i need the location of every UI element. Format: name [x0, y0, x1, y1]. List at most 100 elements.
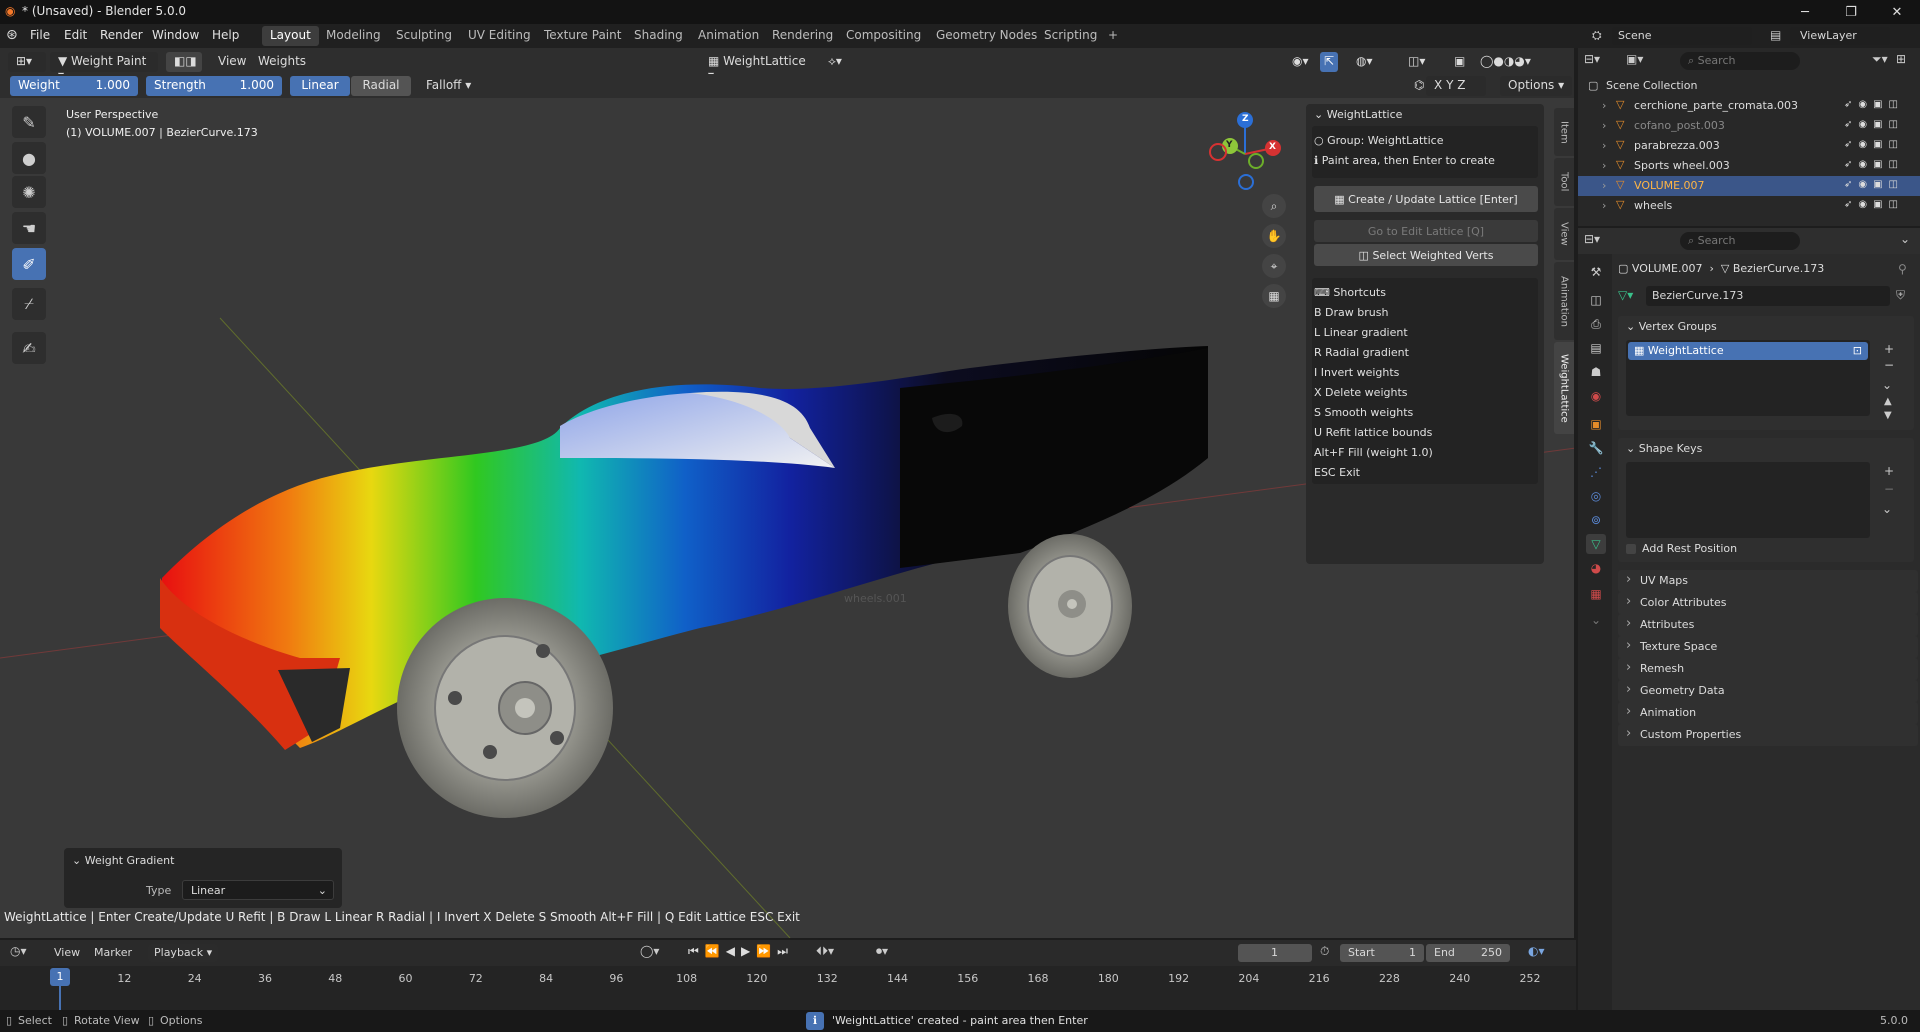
options-dropdown[interactable]: Options ▾	[1500, 76, 1573, 96]
axis-toggles[interactable]: X Y Z	[1426, 76, 1486, 96]
outliner-row[interactable]: › ▽ VOLUME.007 ➶◉▣◫	[1578, 176, 1920, 196]
tab-sculpting[interactable]: Sculpting	[388, 26, 460, 46]
physics-tab-icon[interactable]: ◎	[1586, 486, 1606, 506]
expand-arrow-icon[interactable]: ›	[1602, 159, 1606, 172]
tab-shading[interactable]: Shading	[626, 26, 691, 46]
transform-pivot-icon[interactable]: ⟡▾	[820, 52, 850, 72]
playback-menu[interactable]: Playback ▾	[148, 944, 219, 962]
select-weighted-verts-button[interactable]: ◫ Select Weighted Verts	[1314, 244, 1538, 266]
ortho-grid-icon[interactable]: ▦	[1262, 284, 1286, 308]
property-section[interactable]: Color Attributes	[1618, 592, 1918, 614]
move-down-icon[interactable]: ▼	[1884, 410, 1892, 421]
mode-selector[interactable]: ▼ Weight Paint ▾	[50, 52, 158, 82]
texture-tab-icon[interactable]: ▦	[1586, 584, 1606, 604]
end-frame-field[interactable]: End 250	[1426, 944, 1510, 962]
visibility-toggles[interactable]: ➶◉▣◫	[1844, 119, 1904, 130]
record-icon[interactable]: ◯▾	[640, 944, 659, 958]
shading-modes[interactable]: ◯●◑◕▾	[1472, 52, 1539, 72]
vertex-groups-header[interactable]: ⌄ Vertex Groups	[1626, 320, 1717, 333]
visibility-toggles[interactable]: ➶◉▣◫	[1844, 139, 1904, 150]
property-section[interactable]: Texture Space	[1618, 636, 1918, 658]
remove-shape-key-button[interactable]: −	[1884, 482, 1894, 496]
falloff-dropdown[interactable]: Falloff ▾	[418, 76, 479, 96]
new-collection-icon[interactable]: ⊞	[1896, 52, 1906, 66]
property-section[interactable]: Custom Properties	[1618, 724, 1918, 746]
3d-viewport[interactable]: Z X Y ⌕ ✋ ⌖ ▦ ⊞▾ ▼ Weight Paint ▾ ◧◨ Vie…	[0, 48, 1576, 938]
current-frame-field[interactable]: 1	[1238, 944, 1312, 962]
tool-tab-icon[interactable]: ⚒	[1586, 262, 1606, 282]
sidebar-tab-weightlattice[interactable]: WeightLattice	[1554, 342, 1574, 434]
breadcrumb-data[interactable]: BezierCurve.173	[1733, 262, 1824, 275]
world-tab-icon[interactable]: ◉	[1586, 386, 1606, 406]
scene-selector[interactable]: Scene	[1612, 27, 1752, 45]
outliner-row[interactable]: › ▽ Sports wheel.003 ➶◉▣◫	[1578, 156, 1920, 176]
add-rest-position-checkbox[interactable]	[1626, 544, 1636, 554]
tab-geometry-nodes[interactable]: Geometry Nodes	[928, 26, 1045, 46]
vertex-group-item[interactable]: ▦ WeightLattice ⊡	[1628, 342, 1868, 360]
menu-weights[interactable]: Weights	[250, 52, 314, 72]
menu-file[interactable]: File	[30, 28, 50, 42]
lock-icon[interactable]: ⊡	[1853, 344, 1862, 357]
material-tab-icon[interactable]: ◕	[1586, 558, 1606, 578]
close-button[interactable]: ✕	[1874, 0, 1920, 24]
visibility-toggles[interactable]: ➶◉▣◫	[1844, 99, 1904, 110]
viewlayer-selector[interactable]: ViewLayer	[1790, 27, 1890, 45]
menu-edit[interactable]: Edit	[64, 28, 87, 42]
smear-brush-icon[interactable]: ☚	[12, 212, 46, 244]
outliner-row[interactable]: › ▽ cerchione_parte_cromata.003 ➶◉▣◫	[1578, 96, 1920, 116]
add-workspace-button[interactable]: +	[1100, 26, 1126, 46]
visibility-toggles[interactable]: ➶◉▣◫	[1844, 199, 1904, 210]
properties-editor-icon[interactable]: ⊟▾	[1584, 232, 1600, 246]
axis-x-toggle[interactable]: X	[1434, 78, 1442, 92]
tab-compositing[interactable]: Compositing	[838, 26, 929, 46]
output-tab-icon[interactable]: ⎙	[1586, 314, 1606, 334]
visibility-toggles[interactable]: ➶◉▣◫	[1844, 159, 1904, 170]
axis-y-toggle[interactable]: Y	[1446, 78, 1453, 92]
vertex-group-menu-icon[interactable]: ⌄	[1882, 378, 1892, 392]
property-section[interactable]: UV Maps	[1618, 570, 1918, 592]
remove-vertex-group-button[interactable]: −	[1884, 358, 1894, 372]
shape-key-menu-icon[interactable]: ⌄	[1882, 502, 1892, 516]
goto-edit-lattice-button[interactable]: Go to Edit Lattice [Q]	[1314, 220, 1538, 242]
gradient-tool-icon[interactable]: ✐	[12, 248, 46, 280]
tab-scripting[interactable]: Scripting	[1036, 26, 1105, 46]
more-tabs-icon[interactable]: ⌄	[1586, 610, 1606, 630]
linear-toggle[interactable]: Linear	[290, 76, 350, 96]
fake-user-icon[interactable]: ⛨	[1896, 288, 1905, 303]
outliner-editor-icon[interactable]: ⊟▾	[1584, 52, 1600, 66]
zoom-icon[interactable]: ⌕	[1262, 194, 1286, 218]
sample-weight-icon[interactable]: ⌿	[12, 288, 46, 320]
blender-menu-icon[interactable]: ⊛	[6, 27, 18, 43]
timeline-marker-menu[interactable]: Marker	[94, 946, 132, 959]
display-mode-icon[interactable]: ▣▾	[1626, 52, 1643, 66]
shape-key-list[interactable]	[1626, 462, 1870, 538]
particles-tab-icon[interactable]: ⋰	[1586, 462, 1606, 482]
shape-keys-header[interactable]: ⌄ Shape Keys	[1626, 442, 1702, 455]
modifier-tab-icon[interactable]: 🔧	[1586, 438, 1606, 458]
timeline-view-menu[interactable]: View	[54, 946, 80, 959]
strength-slider[interactable]: Strength 1.000	[146, 76, 282, 96]
gizmo-toggle-icon[interactable]: ⇱	[1320, 52, 1339, 72]
property-section[interactable]: Attributes	[1618, 614, 1918, 636]
outliner-row[interactable]: › ▽ cofano_post.003 ➶◉▣◫	[1578, 116, 1920, 136]
mask-toggle-buttons[interactable]: ◧◨	[166, 52, 202, 72]
sidebar-tab-tool[interactable]: Tool	[1554, 158, 1574, 206]
sidebar-tab-view[interactable]: View	[1554, 208, 1574, 260]
expand-arrow-icon[interactable]: ›	[1602, 139, 1606, 152]
sidebar-tab-animation[interactable]: Animation	[1554, 262, 1574, 340]
properties-search[interactable]: ⌕ Search	[1680, 232, 1800, 250]
scene-collection-row[interactable]: ▢ Scene Collection	[1578, 76, 1920, 96]
keyframe-nav-icon[interactable]: ⏴⏵▾	[816, 944, 834, 959]
data-name-field[interactable]: BezierCurve.173	[1646, 286, 1890, 306]
draw-brush-icon[interactable]: ✎	[12, 106, 46, 138]
visibility-icon[interactable]: ◉▾	[1284, 52, 1317, 72]
menu-window[interactable]: Window	[152, 28, 199, 42]
breadcrumb-object[interactable]: VOLUME.007	[1632, 262, 1703, 275]
scene-tab-icon[interactable]: ☗	[1586, 362, 1606, 382]
expand-arrow-icon[interactable]: ›	[1602, 99, 1606, 112]
weight-slider[interactable]: Weight 1.000	[10, 76, 138, 96]
expand-arrow-icon[interactable]: ›	[1602, 199, 1606, 212]
pin-icon[interactable]: ⚲	[1898, 262, 1907, 276]
maximize-button[interactable]: ❐	[1828, 0, 1874, 24]
menu-view[interactable]: View	[210, 52, 254, 72]
